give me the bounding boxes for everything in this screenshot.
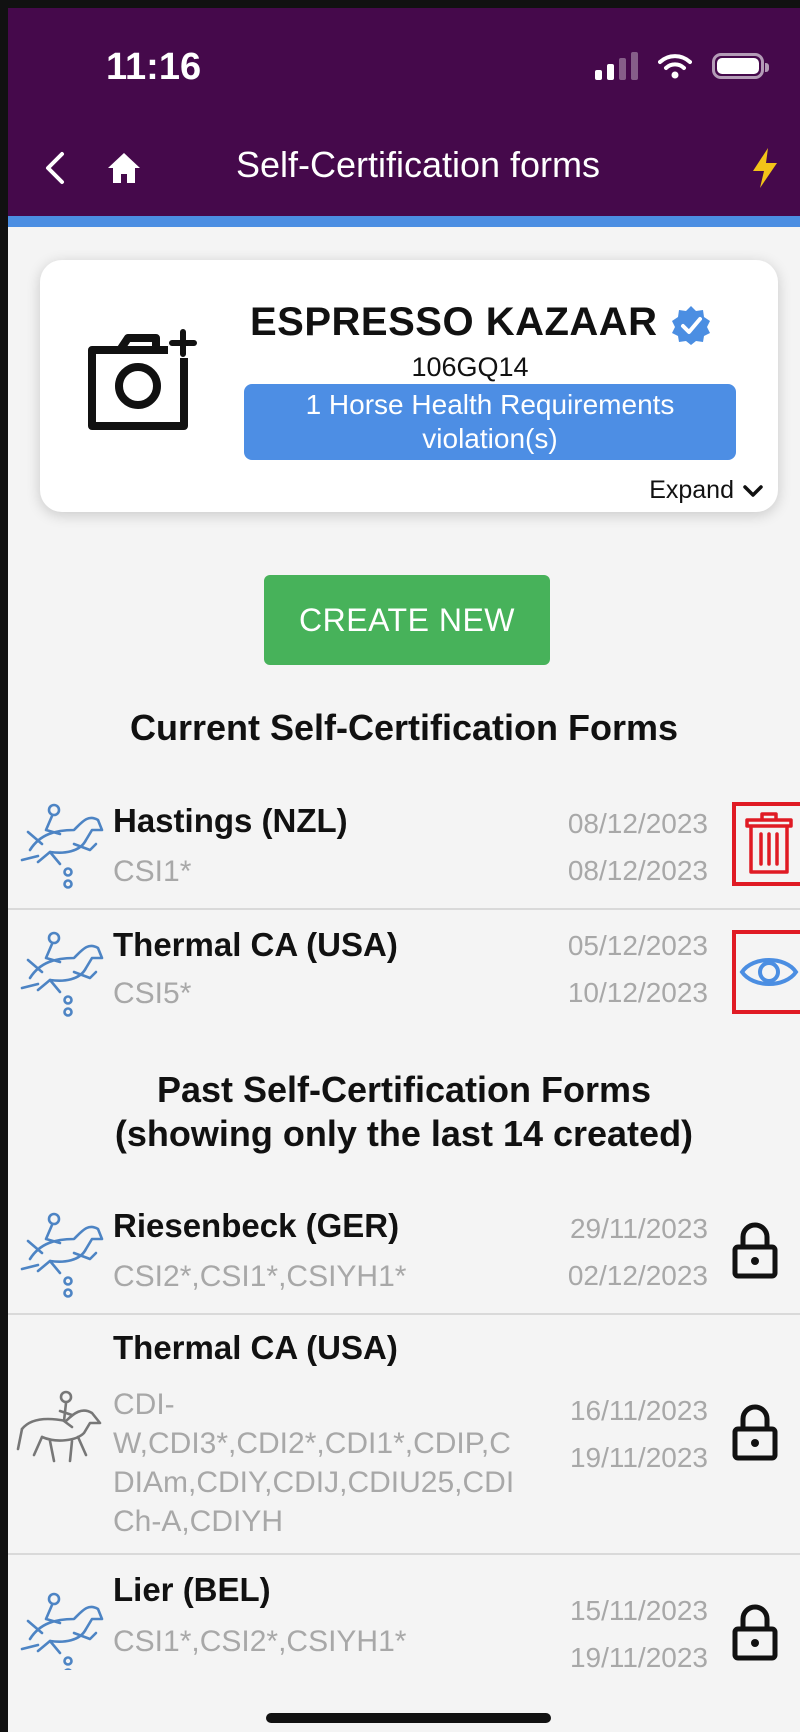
event-category-line: CDI-: [113, 1388, 175, 1421]
expand-label: Expand: [649, 476, 734, 504]
create-new-button[interactable]: CREATE NEW: [264, 575, 550, 665]
event-category: CDI- W,CDI3*,CDI2*,CDI1*,CDIP,C DIAm,CDI…: [113, 1385, 514, 1541]
lock-icon: [732, 1404, 778, 1461]
delete-button[interactable]: [732, 802, 800, 886]
venue-name: Lier (BEL): [113, 1571, 271, 1608]
eye-icon: [739, 958, 799, 986]
home-icon[interactable]: [104, 148, 144, 188]
start-date: 05/12/2023: [567, 930, 708, 961]
event-category: CSI2*,CSI1*,CSIYH1*: [113, 1260, 407, 1293]
past-form-row[interactable]: Riesenbeck (GER) CSI2*,CSI1*,CSIYH1* 29/…: [8, 1185, 800, 1315]
current-form-row[interactable]: Thermal CA (USA) CSI5* 05/12/2023 10/12/…: [8, 910, 800, 1032]
end-date: 19/11/2023: [569, 1442, 708, 1473]
jumping-icon: [20, 1212, 104, 1298]
venue-name: Hastings (NZL): [113, 802, 348, 839]
header-accent-stripe: [8, 216, 800, 227]
status-icons: [595, 52, 769, 80]
horse-name: ESPRESSO KAZAAR: [250, 300, 658, 344]
lock-icon: [732, 1222, 778, 1279]
venue-name: Thermal CA (USA): [113, 926, 398, 963]
event-category-line: W,CDI3*,CDI2*,CDI1*,CDIP,C: [113, 1427, 511, 1460]
start-date: 29/11/2023: [569, 1213, 708, 1244]
lock-icon: [732, 1604, 778, 1661]
event-category: CSI1*,CSI2*,CSIYH1*: [113, 1625, 407, 1658]
past-forms-heading: Past Self-Certification Forms (showing o…: [8, 1068, 800, 1156]
past-form-row[interactable]: Lier (BEL) CSI1*,CSI2*,CSIYH1* 15/11/202…: [8, 1555, 800, 1670]
wifi-icon: [658, 54, 692, 79]
event-category: CSI1*: [113, 855, 192, 888]
expand-toggle[interactable]: Expand: [649, 476, 764, 505]
violation-banner[interactable]: 1 Horse Health Requirements violation(s): [244, 384, 736, 460]
current-forms-heading: Current Self-Certification Forms: [129, 707, 679, 748]
add-photo-camera-icon[interactable]: [84, 328, 204, 432]
event-category-line: Ch-A,CDIYH: [113, 1505, 284, 1538]
start-date: 08/12/2023: [567, 808, 708, 839]
start-date: 16/11/2023: [569, 1395, 708, 1426]
past-forms-heading-line1: Past Self-Certification Forms: [156, 1069, 652, 1110]
page-title: Self-Certification forms: [235, 144, 601, 185]
event-category: CSI5*: [113, 977, 192, 1010]
battery-icon: [712, 53, 769, 79]
venue-name: Riesenbeck (GER): [113, 1207, 400, 1244]
end-date: 02/12/2023: [567, 1260, 708, 1291]
device-frame-left: [0, 0, 8, 1732]
jumping-icon: [20, 931, 104, 1017]
past-form-row[interactable]: Thermal CA (USA) CDI- W,CDI3*,CDI2*,CDI1…: [8, 1315, 800, 1555]
end-date: 19/11/2023: [569, 1642, 708, 1670]
home-indicator[interactable]: [266, 1713, 551, 1723]
start-date: 15/11/2023: [569, 1595, 708, 1626]
view-button[interactable]: [732, 930, 800, 1014]
back-icon[interactable]: [36, 148, 76, 188]
status-time: 11:16: [106, 46, 202, 88]
end-date: 08/12/2023: [567, 855, 708, 886]
current-form-row[interactable]: Hastings (NZL) CSI1* 08/12/2023 08/12/20…: [8, 780, 800, 910]
cellular-signal-icon: [595, 52, 638, 80]
lightning-icon[interactable]: [748, 146, 782, 190]
dressage-icon: [16, 1390, 102, 1463]
horse-card: ESPRESSO KAZAAR 106GQ14 1 Horse Health R…: [40, 260, 778, 512]
jumping-icon: [20, 1592, 104, 1670]
event-category-line: DIAm,CDIY,CDIJ,CDIU25,CDI: [113, 1466, 515, 1499]
jumping-icon: [20, 803, 104, 889]
venue-name: Thermal CA (USA): [113, 1329, 398, 1366]
past-forms-heading-line2: (showing only the last 14 created): [114, 1113, 694, 1154]
horse-id: 106GQ14: [411, 352, 529, 382]
trash-icon: [745, 812, 793, 874]
chevron-down-icon: [743, 484, 763, 497]
device-frame-top: [0, 0, 800, 8]
verified-badge-icon: [672, 306, 710, 345]
app-header: 11:16 Self-Certification forms: [8, 8, 800, 216]
end-date: 10/12/2023: [567, 977, 708, 1008]
